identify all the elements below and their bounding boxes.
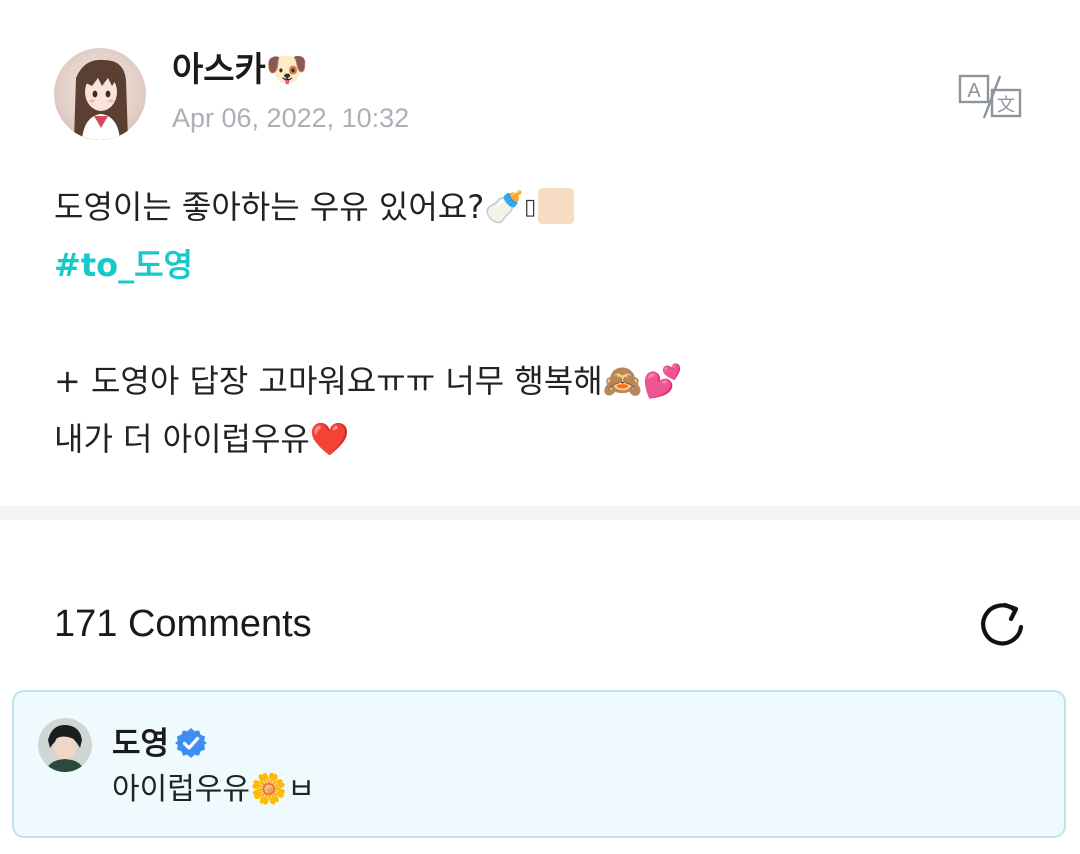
translate-icon: A 文 xyxy=(958,74,1022,119)
skin-tone-swatch-icon xyxy=(538,188,575,224)
svg-text:A: A xyxy=(967,80,981,102)
comment-author-avatar[interactable] xyxy=(38,718,92,772)
post-line-3: + 도영아 답장 고마워요ㅠㅠ 너무 행복해🙈💕 xyxy=(54,352,1034,410)
comment-text: 아이럽우유🌼ㅂ xyxy=(112,768,315,812)
author-name[interactable]: 아스카🐶 xyxy=(172,46,308,94)
translate-button[interactable]: A 文 xyxy=(954,70,1026,122)
post-line-2: #to_도영 xyxy=(54,236,1034,294)
section-divider xyxy=(0,506,1080,520)
verified-badge-icon xyxy=(175,728,208,758)
post-date: Apr 06, 2022, 10:32 xyxy=(172,103,410,133)
highlighted-comment[interactable]: 도영 아이럽우유🌼ㅂ xyxy=(12,690,1066,838)
comment-text-suffix: ㅂ xyxy=(287,772,315,807)
post-line-4: 내가 더 아이럽우유❤️ xyxy=(54,410,1034,468)
comment-author-name[interactable]: 도영 xyxy=(112,722,208,766)
post-text-thanks: + 도영아 답장 고마워요ㅠㅠ 너무 행복해 xyxy=(54,362,603,400)
svg-text:文: 文 xyxy=(997,95,1015,116)
post-text-love: 내가 더 아이럽우유 xyxy=(54,420,310,458)
blossom-emoji: 🌼 xyxy=(250,772,288,807)
refresh-icon xyxy=(981,602,1024,646)
see-no-evil-monkey-emoji: 🙈 xyxy=(602,362,643,400)
comment-text-main: 아이럽우유 xyxy=(112,772,250,807)
dog-face-emoji: 🐶 xyxy=(265,50,309,90)
profile-photo-avatar-icon xyxy=(38,718,92,772)
post-text-question: 도영이는 좋아하는 우유 있어요? xyxy=(54,188,485,226)
author-name-text: 아스카 xyxy=(172,50,266,90)
anime-girl-avatar-icon xyxy=(54,48,146,140)
comments-count: 171 Comments xyxy=(54,603,312,645)
post-body: 도영이는 좋아하는 우유 있어요?🍼▯ #to_도영 + 도영아 답장 고마워요… xyxy=(54,178,1034,468)
baby-bottle-emoji: 🍼 xyxy=(484,188,525,226)
two-hearts-emoji: 💕 xyxy=(642,362,683,400)
red-heart-emoji: ❤️ xyxy=(309,420,350,458)
comment-author-text: 도영 xyxy=(112,726,170,762)
refresh-button[interactable] xyxy=(974,596,1032,654)
author-avatar[interactable] xyxy=(54,48,146,140)
hashtag-link[interactable]: #to_도영 xyxy=(54,246,193,284)
missing-glyph: ▯ xyxy=(524,195,537,220)
post-line-1: 도영이는 좋아하는 우유 있어요?🍼▯ xyxy=(54,178,1034,236)
